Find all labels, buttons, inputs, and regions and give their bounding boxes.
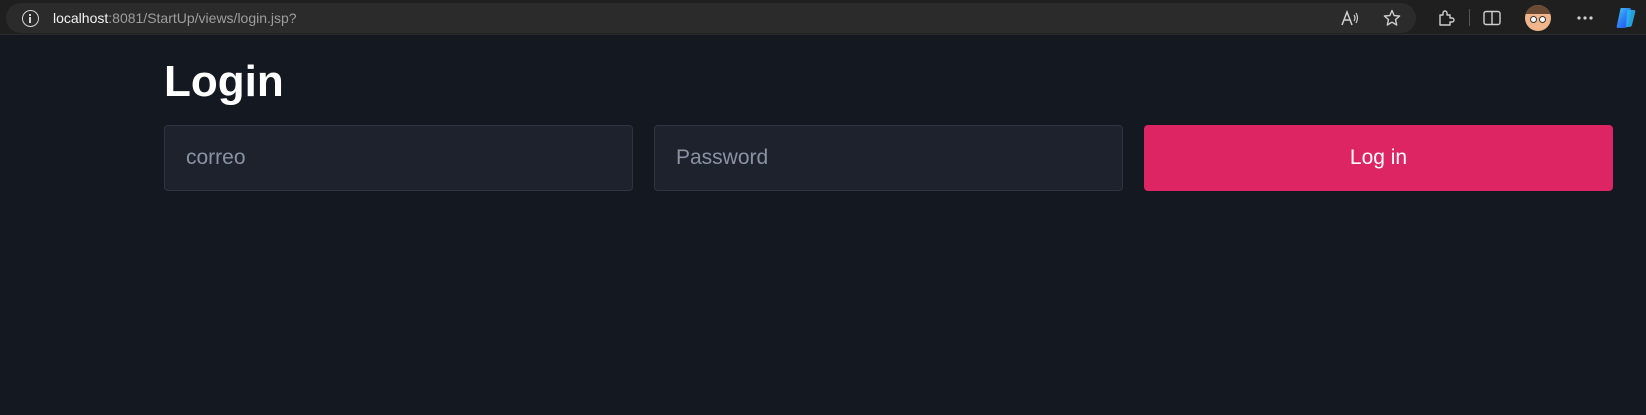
url-text[interactable]: localhost:8081/StartUp/views/login.jsp? [53, 10, 297, 27]
url-path: :8081/StartUp/views/login.jsp? [108, 10, 297, 26]
url-host: localhost [53, 10, 109, 26]
favorite-star-icon[interactable] [1376, 0, 1408, 35]
page-title: Login [164, 57, 284, 106]
extensions-icon[interactable] [1430, 0, 1462, 35]
toolbar-divider [1469, 9, 1470, 26]
copilot-icon[interactable] [1614, 6, 1638, 30]
profile-avatar[interactable] [1525, 5, 1551, 31]
login-button[interactable]: Log in [1144, 125, 1613, 191]
browser-toolbar: localhost:8081/StartUp/views/login.jsp? [0, 0, 1646, 35]
read-aloud-icon[interactable] [1334, 0, 1366, 35]
address-bar[interactable]: localhost:8081/StartUp/views/login.jsp? [6, 3, 1416, 33]
email-field[interactable] [164, 125, 633, 191]
password-field[interactable] [654, 125, 1123, 191]
site-info-icon[interactable] [22, 10, 39, 27]
split-screen-icon[interactable] [1476, 0, 1508, 35]
more-options-icon[interactable] [1569, 0, 1601, 35]
